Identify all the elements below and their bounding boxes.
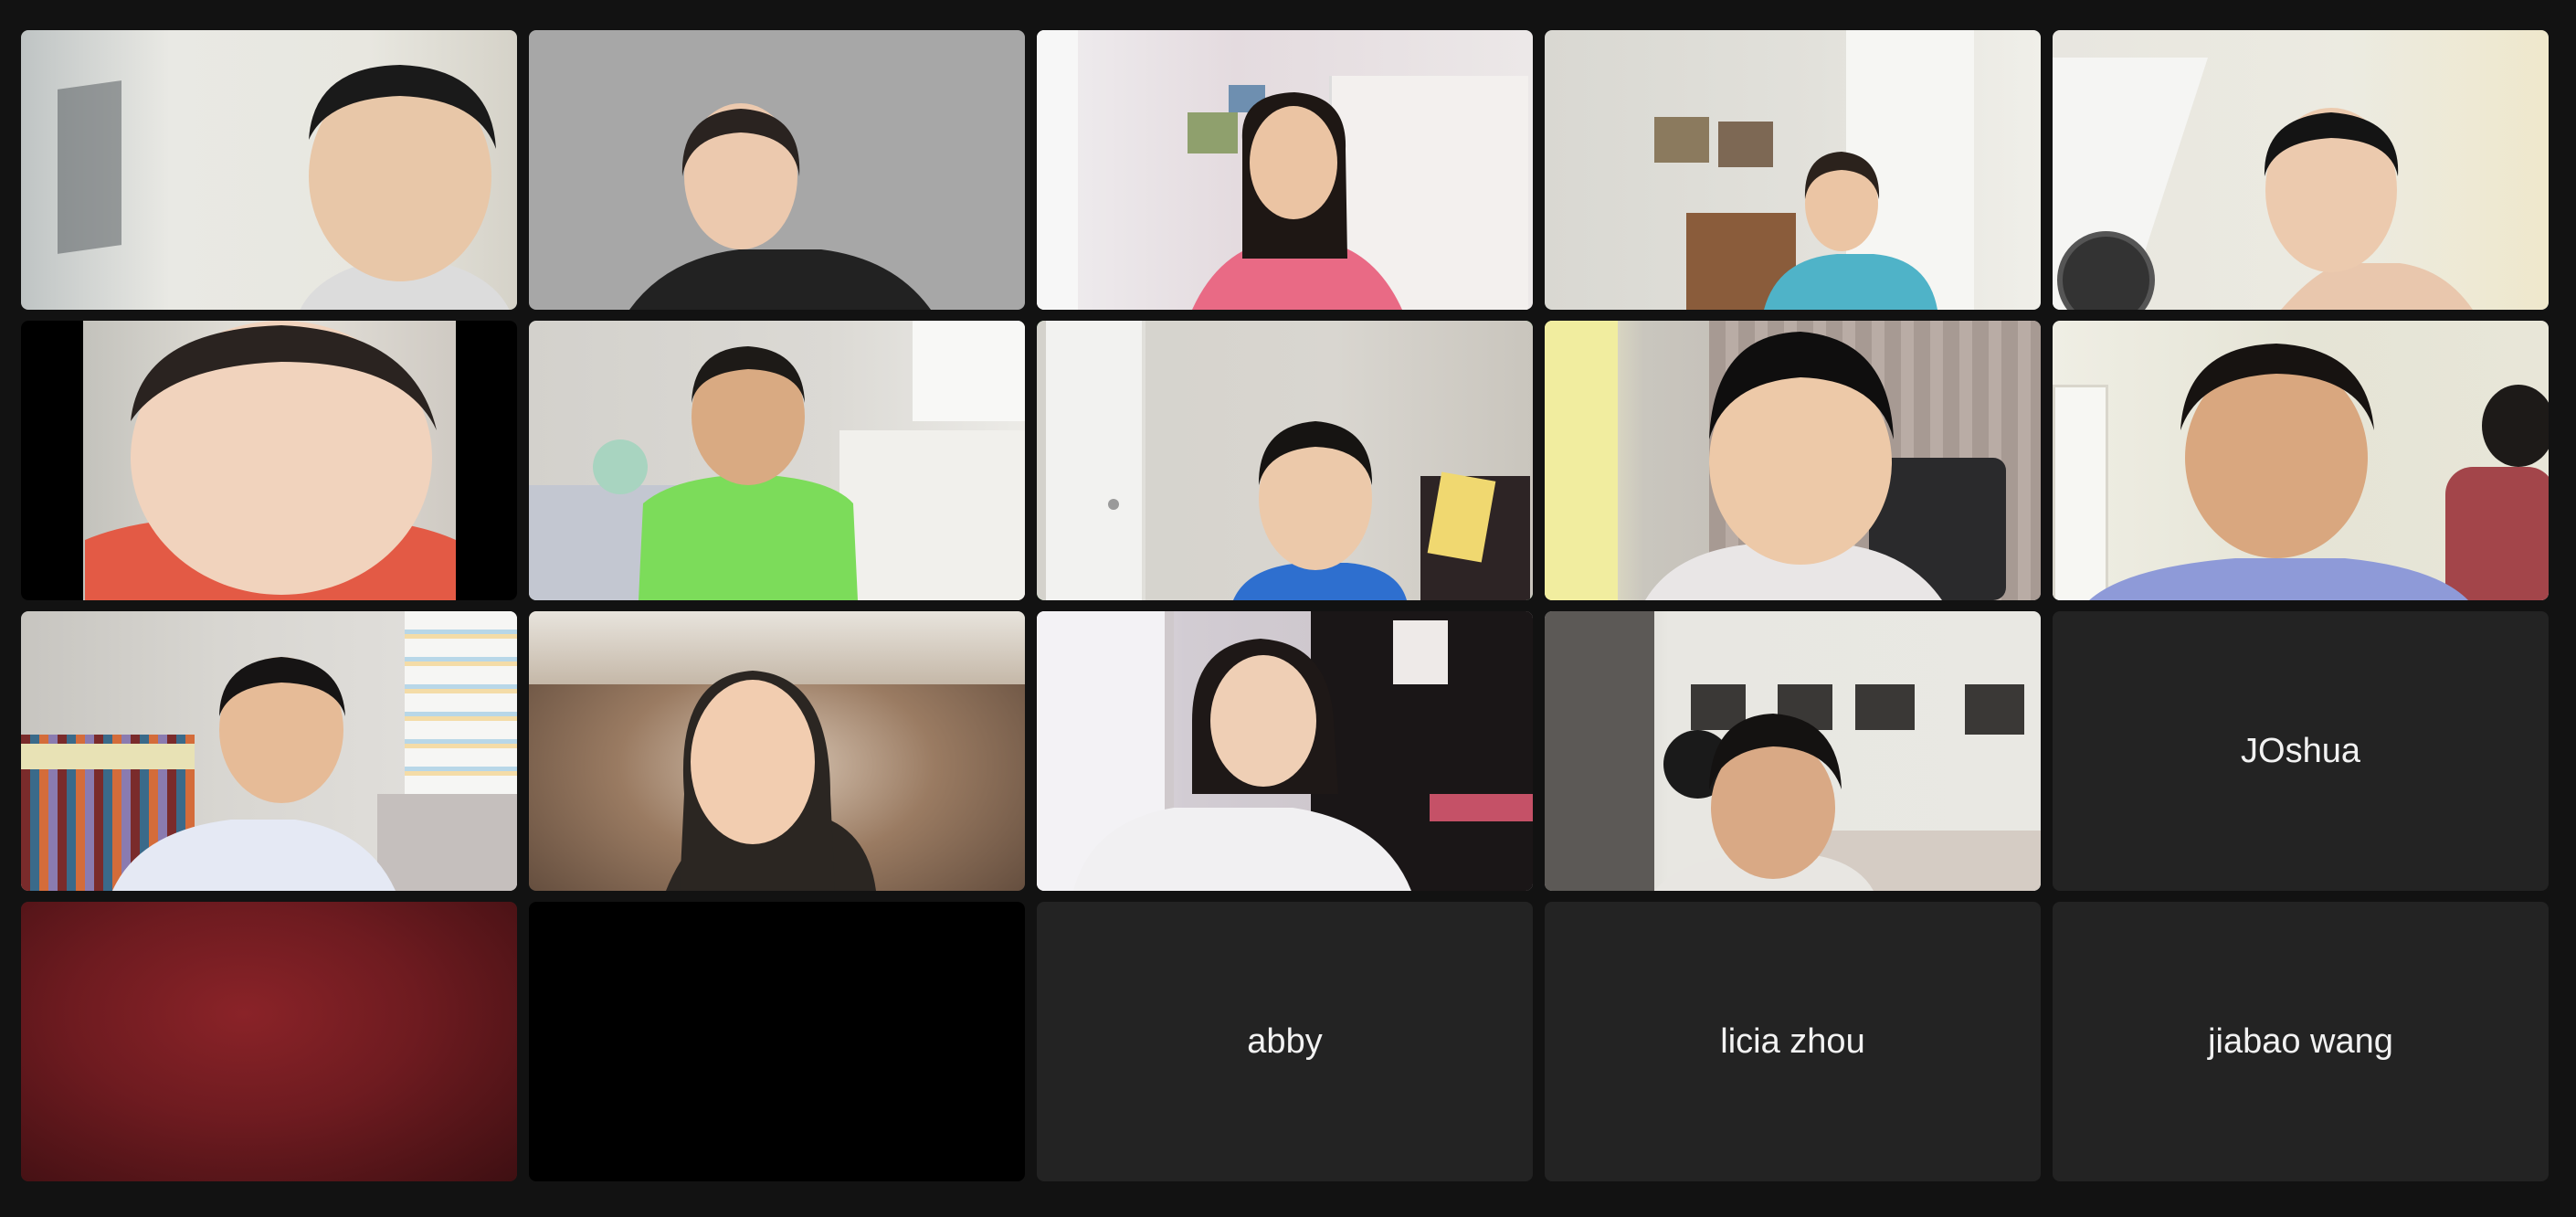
participant-video <box>21 30 517 310</box>
person-silhouette <box>1192 92 1402 310</box>
participant-tile[interactable] <box>529 30 1025 310</box>
participant-video <box>21 321 517 600</box>
participant-tile[interactable] <box>529 611 1025 891</box>
participant-tile-no-video[interactable]: licia zhou <box>1545 902 2041 1181</box>
participant-name: licia zhou <box>1720 1021 1865 1061</box>
gallery-grid: JOshua abby licia zhou jiabao wang <box>21 30 2549 1181</box>
participant-video <box>2053 30 2549 310</box>
person-silhouette <box>1073 639 1411 891</box>
participant-tile[interactable] <box>21 321 517 600</box>
person-silhouette <box>1233 421 1407 600</box>
participant-tile-active-speaker[interactable] <box>1037 321 1533 600</box>
participant-video <box>21 611 517 891</box>
participant-video <box>1545 30 2041 310</box>
participant-video <box>1545 611 2041 891</box>
participant-tile[interactable] <box>1545 611 2041 891</box>
participant-video <box>1037 30 1533 310</box>
participant-name: abby <box>1247 1021 1323 1061</box>
person-silhouette <box>85 321 456 600</box>
participant-name: JOshua <box>2241 731 2360 770</box>
person-silhouette <box>1654 714 1874 891</box>
zoom-gallery-window: JOshua abby licia zhou jiabao wang <box>0 0 2576 1217</box>
participant-video <box>529 902 1025 1181</box>
participant-tile[interactable] <box>2053 30 2549 310</box>
participant-tile[interactable] <box>2053 321 2549 600</box>
participant-tile-no-video[interactable]: jiabao wang <box>2053 902 2549 1181</box>
person-silhouette <box>639 346 858 600</box>
person-silhouette <box>666 671 876 891</box>
participant-name: jiabao wang <box>2208 1021 2393 1061</box>
participant-tile[interactable] <box>21 611 517 891</box>
participant-tile[interactable] <box>529 321 1025 600</box>
participant-tile[interactable] <box>21 902 517 1181</box>
person-silhouette <box>1764 152 1937 310</box>
participant-tile[interactable] <box>1545 30 2041 310</box>
participant-tile[interactable] <box>529 902 1025 1181</box>
participant-tile[interactable] <box>1545 321 2041 600</box>
participant-tile-no-video[interactable]: abby <box>1037 902 1533 1181</box>
participant-video <box>1037 321 1533 600</box>
participant-video <box>529 611 1025 891</box>
participant-video <box>529 321 1025 600</box>
person-silhouette <box>112 657 396 891</box>
participant-video <box>1545 321 2041 600</box>
person-silhouette <box>629 103 931 310</box>
person-silhouette <box>2264 108 2473 310</box>
participant-video <box>1037 611 1533 891</box>
person-silhouette <box>1645 332 1942 600</box>
person-silhouette <box>2089 344 2468 600</box>
participant-video <box>529 30 1025 310</box>
participant-tile-no-video[interactable]: JOshua <box>2053 611 2549 891</box>
person-silhouette <box>300 65 510 310</box>
participant-tile[interactable] <box>21 30 517 310</box>
participant-video <box>2053 321 2549 600</box>
participant-video <box>21 902 517 1181</box>
participant-tile[interactable] <box>1037 611 1533 891</box>
participant-tile[interactable] <box>1037 30 1533 310</box>
